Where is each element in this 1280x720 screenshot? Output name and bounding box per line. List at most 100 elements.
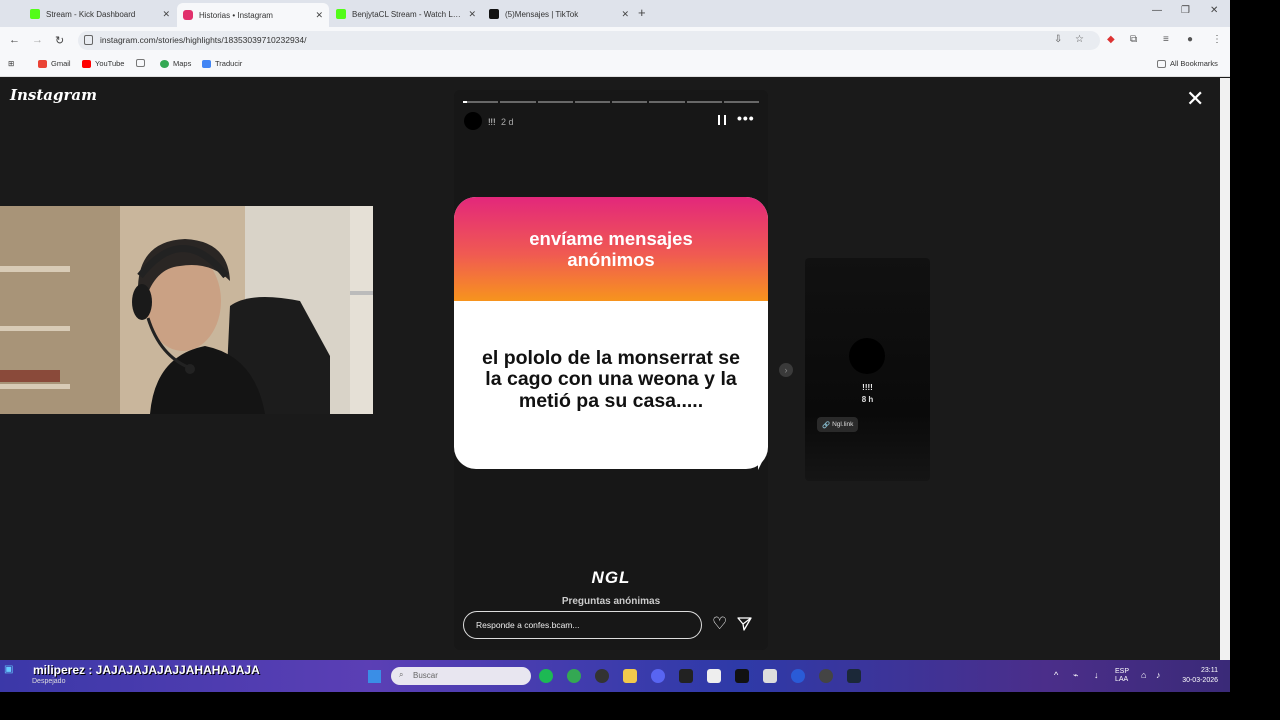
story-avatar[interactable] — [464, 112, 482, 130]
send-icon[interactable] — [737, 616, 752, 631]
webcam-image — [0, 206, 373, 414]
bookmark-maps[interactable]: Maps — [160, 59, 191, 68]
window-close-icon[interactable]: ✕ — [1210, 5, 1218, 16]
story-progress-bar — [463, 101, 759, 103]
taskbar-search-box[interactable]: ⌕ Buscar — [391, 667, 531, 685]
folder-icon — [1157, 59, 1166, 68]
bookmarks-bar: ⊞ Gmail YouTube Maps Traducir All Bookma… — [0, 54, 1230, 77]
tab-label: (5)Mensajes | TikTok — [505, 9, 579, 19]
profile-avatar-icon[interactable]: ● — [1187, 34, 1193, 45]
app-icon[interactable] — [819, 669, 833, 683]
notification-icon[interactable]: ⌂ — [1141, 671, 1146, 680]
ngl-prompt-text: envíame mensajes anónimos — [529, 228, 693, 270]
ngl-card-body: el pololo de la monserrat se la cago con… — [454, 301, 768, 469]
widgets-icon[interactable]: ▣ — [4, 664, 13, 675]
extension-icon[interactable]: ◆ — [1107, 34, 1115, 45]
reload-icon[interactable]: ↻ — [55, 34, 64, 47]
bookmark-traducir[interactable]: Traducir — [202, 59, 242, 68]
story-timestamp: 2 d — [501, 117, 514, 127]
all-bookmarks-button[interactable]: All Bookmarks — [1157, 59, 1218, 68]
site-info-icon[interactable] — [84, 35, 93, 45]
ngl-brand-logo: NGL — [591, 568, 631, 587]
more-options-icon[interactable]: ••• — [737, 110, 755, 126]
bookmark-gmail[interactable]: Gmail — [38, 59, 71, 68]
minimize-icon[interactable]: — — [1152, 5, 1162, 16]
ngl-brand-subtitle: Preguntas anónimas — [561, 596, 661, 607]
weather-status[interactable]: Despejado — [32, 678, 65, 685]
obs-icon[interactable] — [595, 669, 609, 683]
restore-icon[interactable]: ❐ — [1181, 5, 1190, 16]
story-username[interactable]: !!! — [488, 117, 496, 127]
network-icon[interactable]: ⌁ — [1073, 671, 1078, 680]
taskbar-clock[interactable]: 23:11 30-03-2026 — [1178, 666, 1218, 686]
clock-time: 23:11 — [1201, 667, 1218, 674]
media-controls-icon[interactable]: ≡ — [1163, 34, 1169, 45]
next-story-preview[interactable]: !!!! 8 h 🔗 Ngl.link — [805, 258, 930, 481]
app-icon[interactable] — [763, 669, 777, 683]
extensions-puzzle-icon[interactable]: ⧉ — [1130, 34, 1137, 45]
epic-games-icon[interactable] — [735, 669, 749, 683]
volume-icon[interactable]: ♪ — [1156, 671, 1161, 680]
tray-overflow-icon[interactable]: ^ — [1054, 671, 1058, 680]
maps-pin-icon — [160, 59, 169, 68]
youtube-icon — [82, 59, 91, 68]
close-tab-icon[interactable]: ✕ — [468, 9, 476, 20]
file-explorer-icon[interactable] — [623, 669, 637, 683]
close-tab-icon[interactable]: ✕ — [315, 10, 323, 21]
language-indicator[interactable]: ESP LAA — [1115, 668, 1129, 684]
tab-strip: Stream - Kick Dashboard ✕ Historias • In… — [0, 0, 1230, 27]
stream-chat-message: miliperez : JAJAJAJAJAJJAHAHAJAJA — [33, 663, 260, 677]
screen: Stream - Kick Dashboard ✕ Historias • In… — [0, 0, 1230, 692]
tiktok-favicon-icon — [489, 9, 499, 19]
store-icon[interactable] — [707, 669, 721, 683]
tab-kick-dashboard[interactable]: Stream - Kick Dashboard ✕ — [24, 3, 176, 25]
install-app-icon[interactable]: ⇩ — [1054, 34, 1062, 45]
next-story-avatar — [849, 338, 885, 374]
steam-icon[interactable] — [847, 669, 861, 683]
tab-label: Stream - Kick Dashboard — [46, 9, 136, 19]
ea-app-icon[interactable] — [791, 669, 805, 683]
close-tab-icon[interactable]: ✕ — [621, 9, 629, 20]
like-heart-icon[interactable]: ♡ — [712, 614, 727, 634]
browser-menu-icon[interactable]: ⋮ — [1212, 34, 1222, 45]
microphone-icon[interactable]: ↓ — [1094, 671, 1099, 680]
instagram-logo[interactable]: Instagram — [10, 86, 97, 104]
pause-icon[interactable] — [718, 115, 726, 125]
url-field[interactable]: instagram.com/stories/highlights/1835303… — [78, 31, 1100, 50]
progress-segment — [649, 101, 685, 103]
forward-icon[interactable]: → — [32, 34, 43, 46]
bookmark-label: All Bookmarks — [1170, 59, 1218, 68]
bookmark-star-icon[interactable]: ☆ — [1075, 34, 1084, 45]
discord-icon[interactable] — [651, 669, 665, 683]
bookmark-youtube[interactable]: YouTube — [82, 59, 124, 68]
close-tab-icon[interactable]: ✕ — [162, 9, 170, 20]
chrome-icon[interactable] — [567, 669, 581, 683]
bookmark-label: YouTube — [95, 59, 125, 68]
windows-start-icon[interactable] — [368, 670, 381, 683]
gmail-icon — [38, 59, 47, 68]
page-scrollbar[interactable] — [1220, 78, 1230, 660]
next-story-chevron-icon[interactable]: › — [779, 363, 793, 377]
link-sticker[interactable]: 🔗 Ngl.link — [817, 417, 859, 432]
progress-segment — [463, 101, 499, 103]
tab-tiktok-messages[interactable]: (5)Mensajes | TikTok ✕ — [483, 3, 635, 25]
back-icon[interactable]: ← — [9, 34, 20, 46]
next-story-timestamp: 8 h — [861, 395, 874, 404]
app-icon[interactable] — [679, 669, 693, 683]
search-placeholder: Buscar — [413, 671, 438, 680]
story-viewer[interactable]: !!! 2 d ••• envíame mensajes anónimos el… — [454, 90, 768, 650]
url-text: instagram.com/stories/highlights/1835303… — [100, 35, 307, 45]
tab-instagram[interactable]: Historias • Instagram ✕ — [177, 3, 329, 27]
reply-placeholder: Responde a confes.bcam... — [476, 620, 580, 630]
apps-grid-icon[interactable]: ⊞ — [8, 59, 14, 68]
close-stories-icon[interactable]: ✕ — [1186, 88, 1204, 110]
progress-segment — [612, 101, 648, 103]
tab-benjytacl-stream[interactable]: BenjytaCL Stream - Watch Live ✕ — [330, 3, 482, 25]
kick-favicon-icon — [336, 9, 346, 19]
story-reply-input[interactable]: Responde a confes.bcam... — [463, 611, 702, 639]
new-tab-icon[interactable]: + — [638, 5, 646, 20]
spotify-icon[interactable] — [539, 669, 553, 683]
translate-icon — [202, 59, 211, 68]
bookmark-folder[interactable] — [136, 59, 145, 67]
lang-code: ESP — [1115, 668, 1130, 675]
